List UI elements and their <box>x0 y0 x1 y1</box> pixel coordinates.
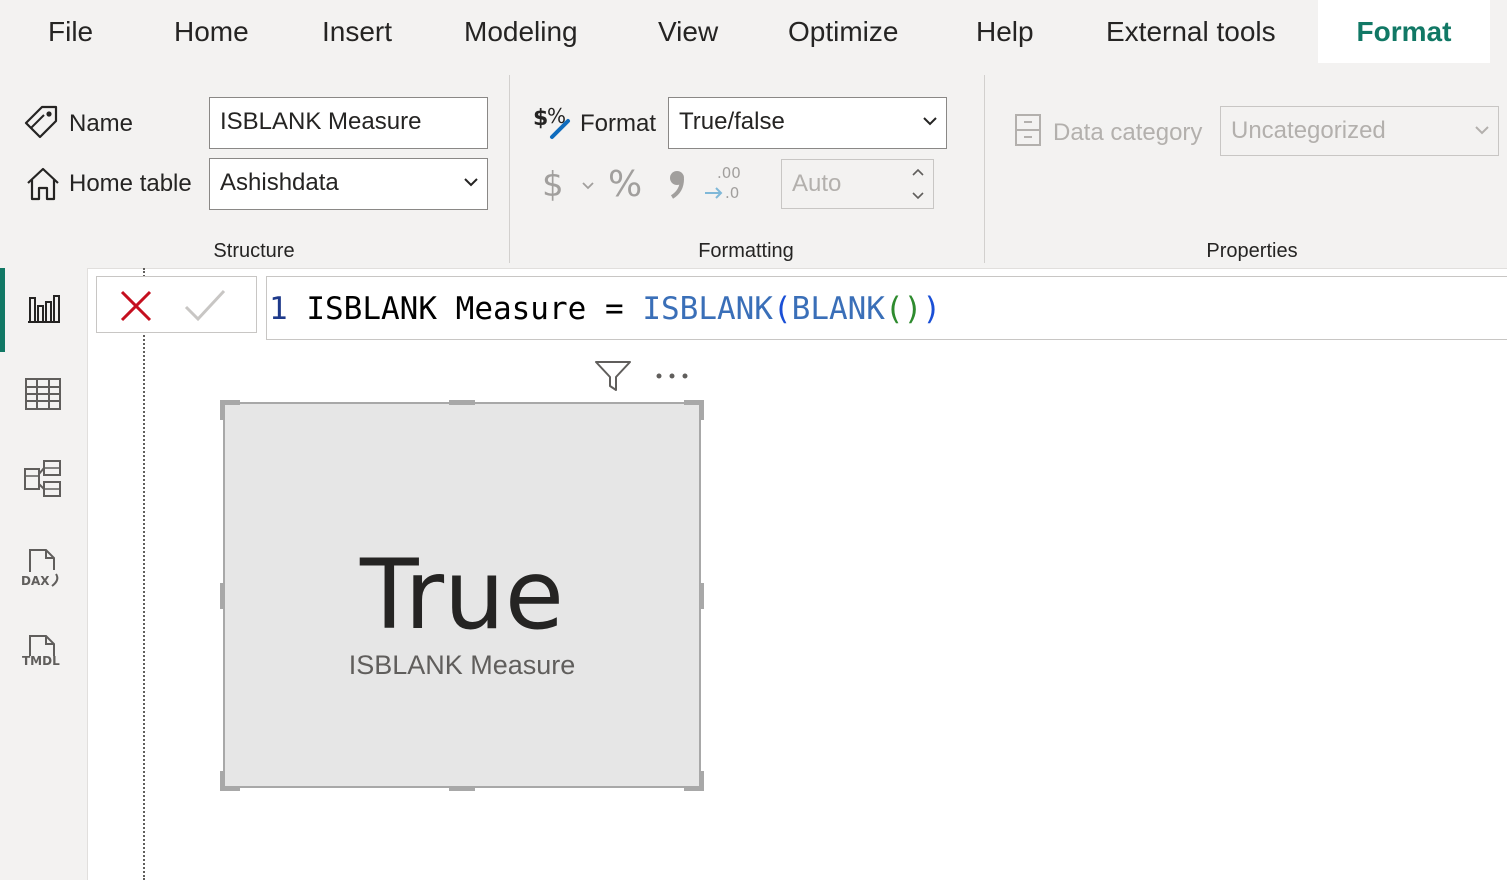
page-boundary-line <box>143 268 145 880</box>
formula-paren-open: ( <box>773 291 792 327</box>
tab-insert[interactable]: Insert <box>322 0 392 63</box>
chevron-down-icon <box>463 176 479 188</box>
format-label: Format <box>580 110 656 138</box>
data-category-select[interactable]: Uncategorized <box>1220 106 1499 156</box>
tmdl-view-button[interactable]: TMDL <box>20 632 66 678</box>
table-view-icon[interactable] <box>22 376 64 412</box>
format-select[interactable]: True/false <box>668 97 947 149</box>
commit-checkmark-icon[interactable] <box>183 287 227 325</box>
chevron-down-icon <box>1474 124 1490 136</box>
formula-bar[interactable]: 1 ISBLANK Measure = ISBLANK(BLANK()) <box>266 276 1507 340</box>
formula-paren-close: ) <box>922 291 941 327</box>
formula-function-blank: BLANK <box>792 291 885 327</box>
decimal-places-input[interactable]: Auto <box>781 159 934 209</box>
tab-optimize[interactable]: Optimize <box>788 0 898 63</box>
tmdl-label: TMDL <box>22 654 60 668</box>
decrease-decimal-icon[interactable]: .00 .0 <box>703 163 743 203</box>
resize-handle-bottom[interactable] <box>449 786 475 791</box>
tab-home[interactable]: Home <box>174 0 249 63</box>
formula-inner-parens: () <box>885 291 922 327</box>
resize-handle-top-left[interactable] <box>220 400 225 420</box>
svg-text:.0: .0 <box>725 184 739 202</box>
resize-handle-bottom-left[interactable] <box>220 771 225 791</box>
cancel-icon[interactable] <box>117 287 155 325</box>
card-label: ISBLANK Measure <box>225 650 699 681</box>
structure-group-label: Structure <box>213 240 294 263</box>
ribbon: Name ISBLANK Measure Home table Ashishda… <box>0 63 1507 269</box>
spinner-icon[interactable] <box>911 166 925 202</box>
resize-handle-top[interactable] <box>449 400 475 405</box>
formatting-group-label: Formatting <box>698 240 794 263</box>
home-table-select[interactable]: Ashishdata <box>209 158 488 210</box>
tab-modeling[interactable]: Modeling <box>464 0 578 63</box>
formula-line-number: 1 <box>269 291 288 327</box>
comma-style-icon[interactable] <box>666 167 688 201</box>
tab-format[interactable]: Format <box>1318 0 1490 63</box>
decimal-places-placeholder: Auto <box>792 170 841 197</box>
filter-icon[interactable] <box>594 359 632 393</box>
tab-view[interactable]: View <box>658 0 718 63</box>
view-rail: DAX TMDL <box>0 268 88 880</box>
group-divider <box>509 75 510 263</box>
data-category-label: Data category <box>1053 119 1202 147</box>
resize-handle-right[interactable] <box>699 583 704 609</box>
chevron-down-icon[interactable] <box>581 181 595 191</box>
home-table-label: Home table <box>69 170 192 198</box>
formula-measure-name: ISBLANK Measure <box>306 291 586 327</box>
name-label: Name <box>69 110 133 138</box>
percent-icon[interactable]: % <box>607 163 645 203</box>
more-options-icon[interactable] <box>653 368 691 384</box>
card-value: True <box>225 540 699 650</box>
currency-percent-icon: $ % <box>532 101 574 141</box>
tab-external-tools[interactable]: External tools <box>1106 0 1276 63</box>
report-view-icon[interactable] <box>22 292 64 326</box>
data-category-value: Uncategorized <box>1231 117 1386 144</box>
tab-file[interactable]: File <box>48 0 93 63</box>
dax-query-view-button[interactable]: DAX <box>20 546 64 592</box>
resize-handle-bottom-right[interactable] <box>699 771 704 791</box>
home-icon <box>24 165 62 203</box>
resize-handle-top-right[interactable] <box>699 400 704 420</box>
tab-help[interactable]: Help <box>976 0 1034 63</box>
tag-icon <box>22 103 60 141</box>
resize-handle-left[interactable] <box>220 583 225 609</box>
formula-operator: = <box>605 291 624 327</box>
home-table-value: Ashishdata <box>220 169 339 196</box>
currency-icon[interactable]: $ <box>540 163 566 203</box>
svg-text:$: $ <box>542 165 564 203</box>
dax-label: DAX <box>21 574 50 588</box>
svg-text:.00: .00 <box>717 164 741 182</box>
group-divider <box>984 75 985 263</box>
properties-group-label: Properties <box>1206 240 1297 263</box>
format-value: True/false <box>679 108 785 135</box>
svg-text:%: % <box>608 164 642 203</box>
chevron-down-icon <box>922 115 938 127</box>
data-category-icon <box>1014 113 1042 147</box>
formula-function-isblank: ISBLANK <box>642 291 773 327</box>
name-input[interactable]: ISBLANK Measure <box>209 97 488 149</box>
card-visual[interactable]: True ISBLANK Measure <box>223 402 701 788</box>
menu-bar: File Home Insert Modeling View Optimize … <box>0 0 1507 63</box>
model-view-icon[interactable] <box>22 458 64 500</box>
formula-commit-buttons <box>96 276 257 333</box>
active-view-indicator <box>0 268 5 352</box>
